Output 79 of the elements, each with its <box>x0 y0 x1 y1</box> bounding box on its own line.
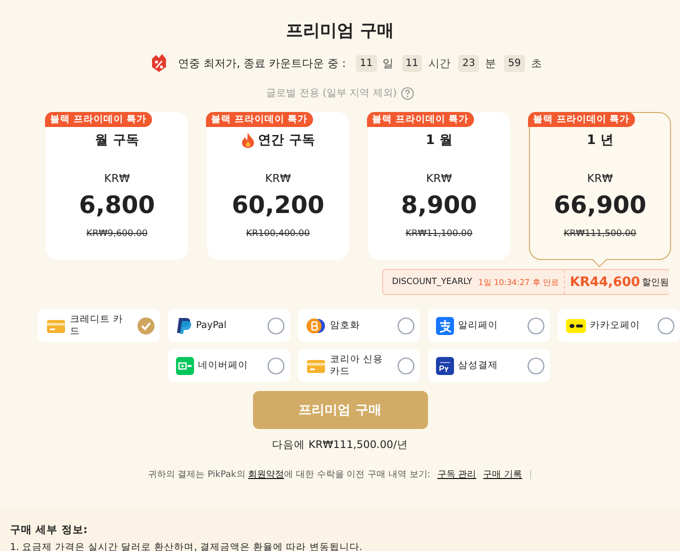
payment-option[interactable]: PayPal <box>168 309 290 342</box>
discount-expiry: 1일 10:34:27 후 만료 <box>478 276 559 288</box>
payment-option[interactable]: 코리아 신용카드 <box>298 349 420 382</box>
original-price: KR₩9,600.00 <box>86 229 148 239</box>
radio-button[interactable] <box>527 356 545 374</box>
countdown-label: 연중 최저가, 종료 카운트다운 중 : <box>178 56 346 70</box>
history-link[interactable]: 구독 관리 <box>437 468 476 481</box>
promo-badge: 블랙 프라이데이 특가 <box>367 112 474 127</box>
separator-text: | <box>529 470 532 480</box>
countdown-unit: 시간 <box>428 56 450 70</box>
page-title: 프리미엄 구매 <box>285 20 395 43</box>
countdown-unit: 일 <box>382 56 394 70</box>
coin-icon <box>306 316 326 334</box>
plan-card[interactable]: 블랙 프라이데이 특가 연간 구독 KR₩ 60,200 KR100,400.00 <box>207 112 349 260</box>
plan-name: 1 년 <box>586 132 614 149</box>
membership-terms-link[interactable]: 회원약정 <box>248 470 284 480</box>
details-title: 구매 세부 정보: <box>10 523 89 537</box>
plan-card[interactable]: 블랙 프라이데이 특가 1 월 KR₩ 8,900 KR₩11,100.00 <box>368 112 510 260</box>
countdown-value: 11 <box>402 54 422 72</box>
plan-price: 60,200 <box>232 191 324 219</box>
countdown-value: 23 <box>458 54 480 72</box>
help-icon <box>400 86 414 100</box>
payment-option[interactable]: 암호화 <box>298 309 420 342</box>
check-icon[interactable] <box>137 316 155 334</box>
history-link[interactable]: 구매 기록 <box>483 468 522 481</box>
radio-button[interactable] <box>527 316 545 334</box>
paypal-logo-icon <box>176 316 192 334</box>
payment-label: 네이버페이 <box>198 360 249 372</box>
payment-label: PayPal <box>196 320 228 332</box>
payment-option[interactable]: 알리페이 <box>428 309 550 342</box>
alipay-logo-icon <box>436 316 454 334</box>
discount-amount: KR44,600 <box>570 274 640 290</box>
plan-name: 1 월 <box>426 132 452 149</box>
region-note: 글로벌 전용 (일부 지역 제외) <box>266 87 397 100</box>
currency-label: KR₩ <box>104 172 130 185</box>
promo-badge: 블랙 프라이데이 특가 <box>45 112 152 127</box>
next-charge-text: 다음에 KR₩111,500.00/년 <box>271 438 409 452</box>
payment-label: 삼성결제 <box>458 360 499 372</box>
original-price: KR₩111,500.00 <box>564 229 636 239</box>
plan-price: 6,800 <box>79 191 155 219</box>
discount-code: DISCOUNT_YEARLY <box>392 277 472 287</box>
plan-name: 연간 구독 <box>258 132 315 149</box>
countdown-value: 59 <box>504 54 525 72</box>
currency-label: KR₩ <box>587 172 613 185</box>
payment-label: 알리페이 <box>458 320 499 332</box>
countdown-unit: 분 <box>485 56 496 70</box>
radio-button[interactable] <box>397 316 415 334</box>
countdown-unit: 초 <box>530 56 542 70</box>
kakaopay-logo-icon <box>566 318 586 334</box>
original-price: KR100,400.00 <box>246 229 310 239</box>
payment-option[interactable]: 카카오페이 <box>558 309 680 342</box>
payment-option[interactable]: 네이버페이 <box>168 349 290 382</box>
promo-badge: 블랙 프라이데이 특가 <box>206 112 313 127</box>
discount-label: 할인됨 <box>642 276 670 288</box>
radio-button[interactable] <box>657 316 675 334</box>
countdown-value: 11 <box>356 54 377 72</box>
card-icon <box>306 358 326 374</box>
plan-price: 8,900 <box>401 191 477 219</box>
payment-option[interactable]: 크레디트 카드 <box>38 309 160 342</box>
radio-button[interactable] <box>267 316 285 334</box>
payment-label: 카카오페이 <box>590 320 641 332</box>
naverpay-logo-icon <box>176 356 194 374</box>
payment-label: 암호화 <box>330 320 361 332</box>
plan-card[interactable]: 블랙 프라이데이 특가 월 구독 KR₩ 6,800 KR₩9,600.00 <box>46 112 188 260</box>
radio-button[interactable] <box>397 356 415 374</box>
currency-label: KR₩ <box>265 172 291 185</box>
plan-price: 66,900 <box>554 191 646 219</box>
promo-badge: 블랙 프라이데이 특가 <box>528 112 635 127</box>
payment-option[interactable]: 삼성결제 <box>428 349 550 382</box>
currency-label: KR₩ <box>426 172 452 185</box>
payment-label: 코리아 신용카드 <box>330 354 384 378</box>
discount-tag-icon <box>150 53 168 73</box>
radio-button[interactable] <box>267 356 285 374</box>
original-price: KR₩11,100.00 <box>406 229 472 239</box>
card-icon <box>46 318 66 334</box>
payment-terms-text: 귀하의 결제는 PikPak의 회원약정에 대한 수락을 이전 구매 내역 보기: <box>148 469 430 481</box>
plan-name: 월 구독 <box>95 132 139 149</box>
payment-label: 크레디트 카드 <box>70 314 124 338</box>
samsungpay-logo-icon <box>436 356 454 374</box>
